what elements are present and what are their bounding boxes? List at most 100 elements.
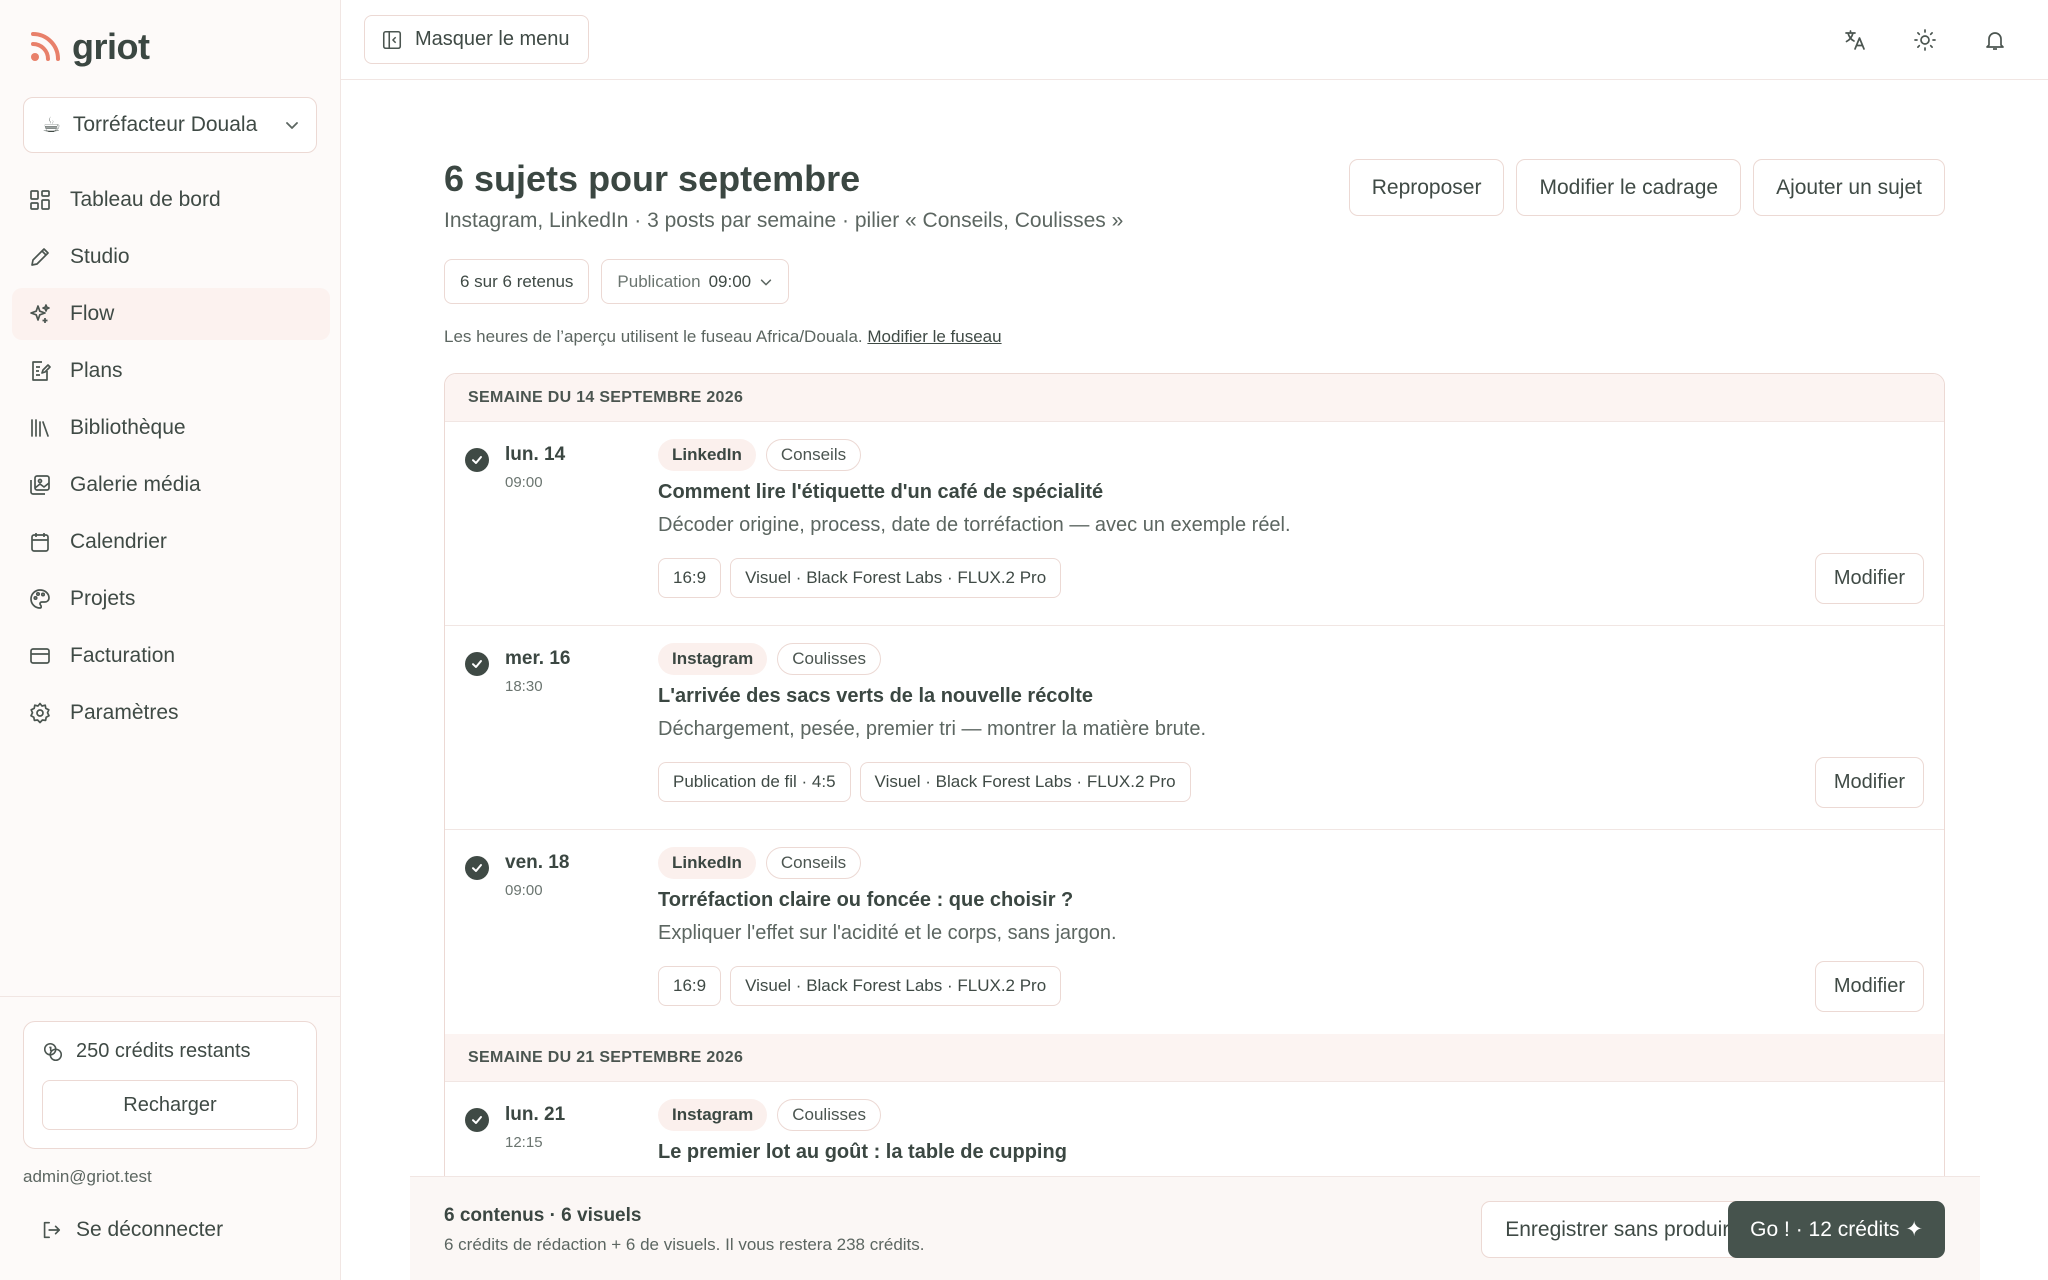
topic-title: L'arrivée des sacs verts de la nouvelle … bbox=[658, 685, 1093, 707]
format-chip[interactable]: Publication de fil · 4:5 bbox=[658, 762, 851, 802]
topic-tags: LinkedIn Conseils bbox=[658, 847, 862, 879]
publication-time: 09:00 bbox=[708, 271, 752, 291]
workspace-name: Torréfacteur Douala bbox=[72, 113, 258, 136]
logout-icon bbox=[43, 1221, 61, 1239]
platform-tag: Instagram bbox=[658, 1099, 768, 1131]
chevron-down-icon bbox=[286, 122, 298, 129]
sidebar-item-label: Tableau de bord bbox=[70, 188, 221, 211]
topic-row[interactable]: mer. 16 18:30 Instagram Coulisses L'arri… bbox=[445, 626, 1944, 830]
topic-date: ven. 18 bbox=[505, 852, 570, 873]
topic-time: 09:00 bbox=[505, 882, 543, 899]
topic-meta: Publication de fil · 4:5 Visuel · Black … bbox=[658, 762, 1191, 802]
topic-tags: Instagram Coulisses bbox=[658, 643, 881, 675]
checkbox-checked-icon[interactable] bbox=[465, 856, 489, 880]
topic-row[interactable]: ven. 18 09:00 LinkedIn Conseils Torréfac… bbox=[445, 830, 1944, 1034]
sidebar-item-label: Calendrier bbox=[70, 530, 167, 553]
sidebar-item-library[interactable]: Bibliothèque bbox=[12, 402, 330, 454]
page-title: 6 sujets pour septembre bbox=[444, 158, 861, 199]
topic-meta: 16:9 Visuel · Black Forest Labs · FLUX.2… bbox=[658, 966, 1062, 1006]
topic-date: mer. 16 bbox=[505, 648, 571, 669]
top-icons bbox=[1842, 22, 2008, 58]
publication-label: Publication bbox=[617, 271, 701, 291]
credits-card: 250 crédits restants Recharger bbox=[23, 1021, 317, 1149]
checkbox-checked-icon[interactable] bbox=[465, 652, 489, 676]
sidebar-item-plans[interactable]: Plans bbox=[12, 345, 330, 397]
sidebar-nav: Tableau de bord Studio Flow Plans Biblio… bbox=[12, 174, 330, 744]
sidebar-item-calendar[interactable]: Calendrier bbox=[12, 516, 330, 568]
platform-tag: Instagram bbox=[658, 643, 768, 675]
page-subtitle: Instagram, LinkedIn · 3 posts par semain… bbox=[444, 209, 1124, 232]
repropose-button[interactable]: Reproposer bbox=[1348, 159, 1505, 216]
sidebar-item-label: Flow bbox=[70, 302, 115, 325]
dashboard-icon bbox=[30, 190, 50, 210]
publication-time-select[interactable]: Publication 09:00 bbox=[601, 259, 790, 304]
theme-toggle-sun-icon[interactable] bbox=[1912, 22, 1938, 58]
checkbox-checked-icon[interactable] bbox=[465, 1108, 489, 1132]
platform-tag: LinkedIn bbox=[658, 439, 756, 471]
card-icon bbox=[30, 648, 50, 664]
chevron-down-icon bbox=[760, 278, 772, 285]
sidebar-item-flow[interactable]: Flow bbox=[12, 288, 330, 340]
footer-action-bar: 6 contenus · 6 visuels 6 crédits de réda… bbox=[410, 1176, 1980, 1280]
sidebar-item-studio[interactable]: Studio bbox=[12, 231, 330, 283]
hide-menu-button[interactable]: Masquer le menu bbox=[364, 15, 589, 64]
format-chip[interactable]: 16:9 bbox=[658, 966, 722, 1006]
edit-frame-button[interactable]: Modifier le cadrage bbox=[1516, 159, 1742, 216]
sidebar-item-label: Facturation bbox=[70, 644, 176, 667]
edit-button[interactable]: Modifier bbox=[1814, 757, 1924, 808]
library-icon bbox=[31, 419, 49, 437]
sidebar-item-settings[interactable]: Paramètres bbox=[12, 687, 330, 739]
retained-count: 6 sur 6 retenus bbox=[460, 271, 574, 291]
footer-summary: 6 contenus · 6 visuels bbox=[444, 1205, 642, 1226]
plan-icon bbox=[32, 361, 51, 381]
topic-time: 12:15 bbox=[505, 1134, 543, 1151]
pillar-tag: Conseils bbox=[765, 847, 862, 879]
recharge-button[interactable]: Recharger bbox=[42, 1080, 298, 1130]
visual-chip[interactable]: Visuel · Black Forest Labs · FLUX.2 Pro bbox=[859, 762, 1191, 802]
translate-icon[interactable] bbox=[1842, 22, 1868, 58]
save-without-producing-button[interactable]: Enregistrer sans produire bbox=[1481, 1201, 1765, 1258]
add-topic-button[interactable]: Ajouter un sujet bbox=[1753, 159, 1945, 216]
sidebar-item-gallery[interactable]: Galerie média bbox=[12, 459, 330, 511]
platform-tag: LinkedIn bbox=[658, 847, 756, 879]
checkbox-checked-icon[interactable] bbox=[465, 448, 489, 472]
sidebar-item-dashboard[interactable]: Tableau de bord bbox=[12, 174, 330, 226]
notification-bell-icon[interactable] bbox=[1982, 22, 2008, 58]
sidebar-divider bbox=[0, 996, 341, 997]
topic-tags: LinkedIn Conseils bbox=[658, 439, 862, 471]
sidebar-item-billing[interactable]: Facturation bbox=[12, 630, 330, 682]
week-header: SEMAINE DU 21 SEPTEMBRE 2026 bbox=[445, 1034, 1944, 1082]
sidebar-item-label: Plans bbox=[70, 359, 123, 382]
topic-title: Torréfaction claire ou foncée : que choi… bbox=[658, 889, 1074, 911]
edit-button[interactable]: Modifier bbox=[1814, 961, 1924, 1012]
visual-chip[interactable]: Visuel · Black Forest Labs · FLUX.2 Pro bbox=[730, 558, 1062, 598]
topic-date: lun. 14 bbox=[505, 444, 566, 465]
sparkles-icon bbox=[30, 304, 50, 323]
filters: 6 sur 6 retenus Publication 09:00 bbox=[444, 259, 790, 304]
app-name: griot bbox=[72, 26, 150, 67]
visual-chip[interactable]: Visuel · Black Forest Labs · FLUX.2 Pro bbox=[730, 966, 1062, 1006]
edit-button[interactable]: Modifier bbox=[1814, 553, 1924, 604]
retained-filter[interactable]: 6 sur 6 retenus bbox=[444, 259, 590, 304]
format-chip[interactable]: 16:9 bbox=[658, 558, 722, 598]
pillar-tag: Coulisses bbox=[777, 1099, 881, 1131]
sidebar-item-label: Paramètres bbox=[70, 701, 179, 724]
broadcast-logo-icon bbox=[31, 32, 60, 61]
edit-timezone-link[interactable]: Modifier le fuseau bbox=[867, 327, 1001, 346]
sidebar-item-label: Projets bbox=[70, 587, 136, 610]
topic-time: 18:30 bbox=[505, 678, 543, 695]
go-button[interactable]: Go ! · 12 crédits ✦ bbox=[1728, 1201, 1945, 1258]
app-logo[interactable]: griot bbox=[28, 26, 150, 68]
gallery-icon bbox=[30, 475, 50, 495]
header-actions: Reproposer Modifier le cadrage Ajouter u… bbox=[1348, 159, 1945, 216]
topic-title: Comment lire l'étiquette d'un café de sp… bbox=[658, 481, 1104, 503]
coins-icon bbox=[43, 1042, 63, 1061]
logout-button[interactable]: Se déconnecter bbox=[40, 1218, 223, 1242]
pillar-tag: Conseils bbox=[765, 439, 862, 471]
sidebar-item-label: Bibliothèque bbox=[70, 416, 186, 439]
topic-row[interactable]: lun. 14 09:00 LinkedIn Conseils Comment … bbox=[445, 422, 1944, 626]
sidebar-item-projects[interactable]: Projets bbox=[12, 573, 330, 625]
workspace-selector[interactable]: ☕ Torréfacteur Douala bbox=[23, 97, 317, 153]
credits-balance: 250 crédits restants bbox=[42, 1040, 251, 1063]
calendar-icon bbox=[31, 533, 49, 552]
